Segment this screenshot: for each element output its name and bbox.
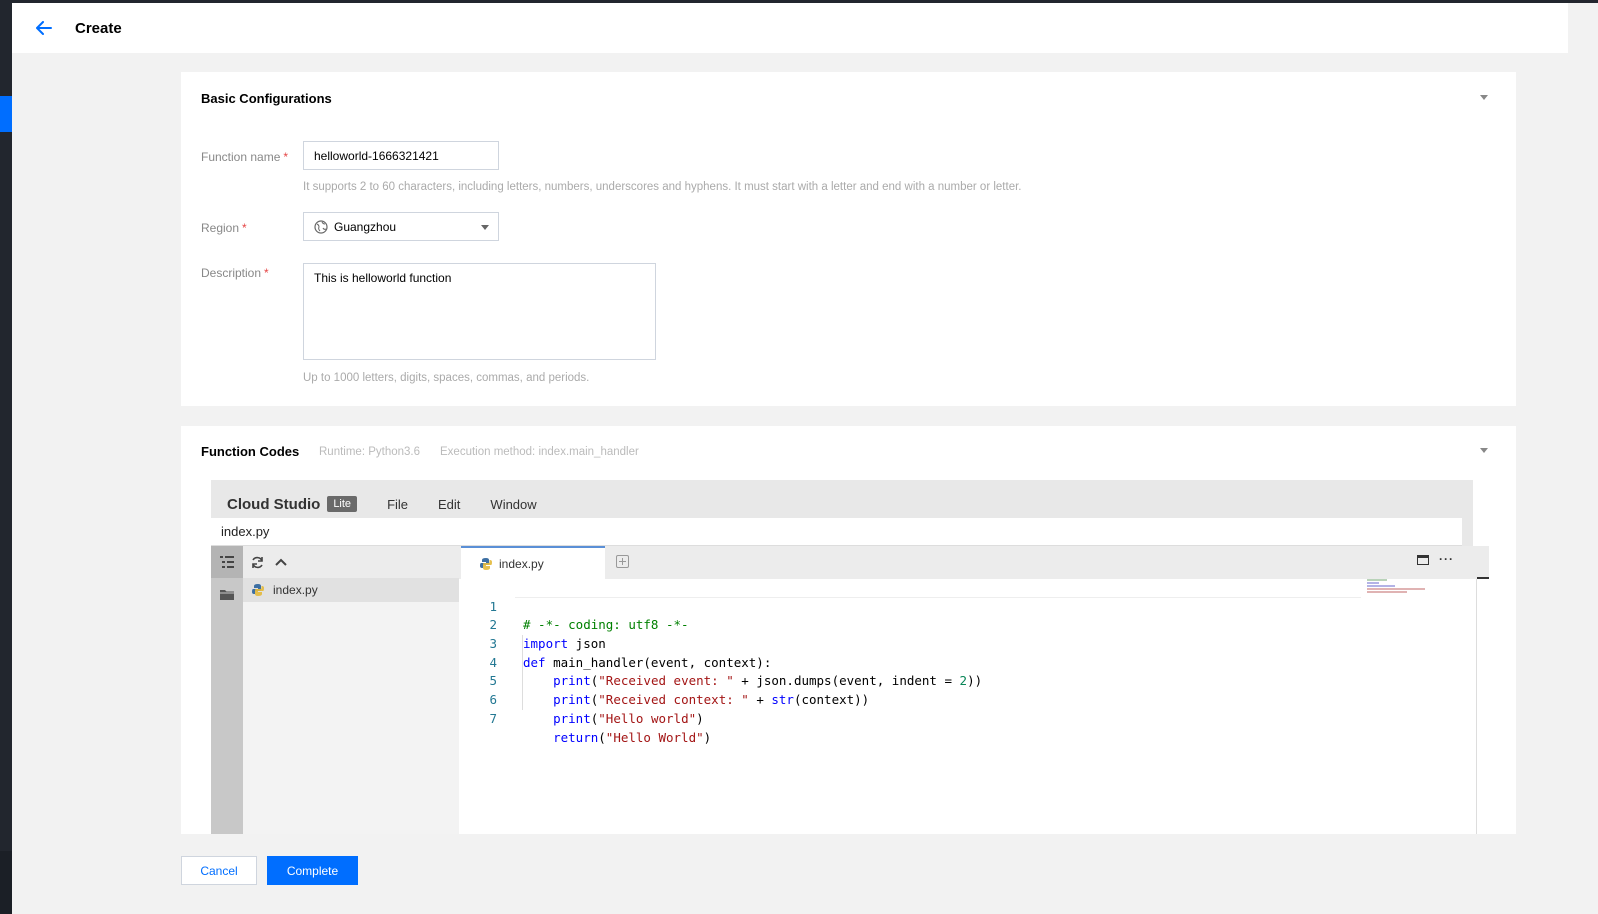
python-file-icon [252, 584, 264, 596]
left-nav-footer [0, 851, 12, 914]
execution-method-info: Execution method: index.main_handler [440, 446, 639, 458]
code-text: print("Hello world") [553, 710, 704, 726]
files-toggle-button[interactable] [211, 578, 243, 610]
code-line: 1 # -*- coding: utf8 -*- [459, 579, 1477, 633]
function-name-value: helloworld-1666321421 [314, 148, 439, 163]
cloud-studio-ide: Cloud Studio Lite File Edit Window index… [211, 480, 1489, 834]
folder-icon [220, 589, 234, 600]
description-value: This is helloworld function [314, 271, 452, 285]
code-editor: index.py ··· 1 # -*- coding: utf8 -*- 2 … [459, 546, 1489, 834]
menu-file[interactable]: File [387, 497, 408, 512]
function-name-label: Function name * [201, 150, 288, 164]
ide-activity-bar [211, 546, 243, 834]
maximize-icon[interactable] [1417, 555, 1429, 565]
scroll-position-marker [1477, 577, 1489, 579]
runtime-info: Runtime: Python3.6 [319, 446, 421, 458]
globe-icon [314, 219, 328, 234]
editor-tab[interactable]: index.py [461, 546, 605, 579]
function-name-input[interactable]: helloworld-1666321421 [303, 141, 499, 170]
editor-scrollbar[interactable] [1476, 579, 1477, 834]
required-mark: * [264, 266, 269, 280]
add-tab-icon[interactable] [616, 555, 629, 568]
function-name-hint: It supports 2 to 60 characters, includin… [303, 181, 1022, 193]
description-hint: Up to 1000 letters, digits, spaces, comm… [303, 372, 590, 384]
section-title-code: Function Codes [201, 444, 300, 459]
list-tree-icon [220, 556, 234, 568]
left-nav-active-indicator[interactable] [0, 96, 12, 132]
python-file-icon [480, 557, 492, 570]
editor-tab-bar: index.py ··· [459, 546, 1489, 579]
section-title-basic: Basic Configurations [201, 91, 332, 106]
page-header: Create [12, 3, 1568, 53]
code-line: 4 print("Received event: " + json.dumps(… [459, 635, 1477, 689]
code-line: 2 import json [459, 598, 1477, 651]
menu-edit[interactable]: Edit [438, 497, 460, 512]
cancel-button[interactable]: Cancel [181, 856, 257, 885]
code-line: 6 print("Hello world") [459, 672, 1477, 726]
editor-tab-label: index.py [499, 556, 544, 571]
arrow-left-icon [36, 21, 52, 35]
ide-file-explorer: index.py [243, 546, 459, 834]
more-options-icon[interactable]: ··· [1439, 552, 1454, 566]
chevron-up-icon[interactable] [274, 557, 288, 567]
ide-current-file-bar: index.py [211, 518, 1462, 546]
chevron-down-icon [481, 225, 489, 230]
function-name-label-text: Function name [201, 150, 281, 164]
explorer-file-item[interactable]: index.py [243, 578, 459, 602]
code-line: 3 def main_handler(event, context): [459, 616, 1477, 670]
code-text: return("Hello World") [553, 729, 712, 745]
code-area[interactable]: 1 # -*- coding: utf8 -*- 2 import json 3… [459, 577, 1489, 834]
region-label-text: Region [201, 221, 240, 235]
description-label-text: Description [201, 266, 262, 280]
region-select[interactable]: Guangzhou [303, 212, 499, 241]
explorer-toolbar [243, 546, 459, 578]
explorer-file-label: index.py [273, 583, 318, 597]
region-value: Guangzhou [334, 219, 397, 234]
description-label: Description * [201, 266, 269, 280]
code-line: 5 print("Received context: " + str(conte… [459, 654, 1477, 707]
function-codes-panel: Function Codes Runtime: Python3.6 Execut… [181, 426, 1516, 834]
code-line: 7 return("Hello World") [459, 691, 1477, 745]
description-textarea[interactable]: This is helloworld function [303, 263, 656, 360]
collapse-code-toggle-icon[interactable] [1480, 448, 1488, 453]
page-title: Create [75, 19, 122, 37]
ide-lite-badge: Lite [327, 496, 358, 512]
explorer-toggle-button[interactable] [211, 546, 243, 578]
back-button[interactable] [24, 8, 64, 48]
complete-button[interactable]: Complete [267, 856, 358, 885]
left-navigation-bar [0, 0, 12, 914]
region-label: Region * [201, 221, 247, 235]
collapse-basic-toggle-icon[interactable] [1480, 95, 1488, 100]
basic-configurations-panel: Basic Configurations Function name * hell… [181, 72, 1516, 406]
required-mark: * [242, 221, 247, 235]
ide-brand: Cloud Studio [227, 495, 321, 513]
required-mark: * [283, 150, 289, 164]
ide-menubar: Cloud Studio Lite File Edit Window [211, 490, 1473, 518]
refresh-icon[interactable] [251, 556, 264, 569]
current-file-name: index.py [221, 524, 270, 539]
code-minimap[interactable] [1367, 579, 1429, 593]
line-number: 7 [489, 710, 497, 726]
menu-window[interactable]: Window [490, 497, 536, 512]
